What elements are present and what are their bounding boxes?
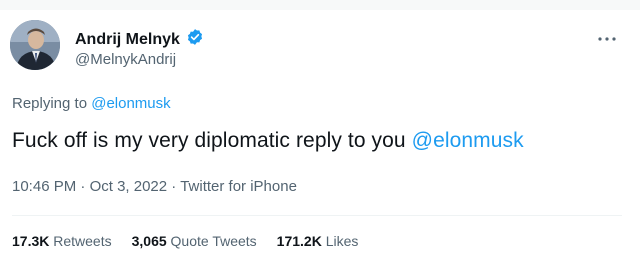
more-options-icon[interactable] xyxy=(597,30,617,41)
author-handle[interactable]: @MelnykAndrij xyxy=(75,51,176,68)
tweet-meta: 10:46 PM · Oct 3, 2022 · Twitter for iPh… xyxy=(12,178,297,195)
divider xyxy=(12,215,622,216)
engagement-stats: 17.3K Retweets 3,065 Quote Tweets 171.2K… xyxy=(12,233,358,249)
quote-tweets-count: 3,065 xyxy=(131,233,167,249)
replying-to: Replying to @elonmusk xyxy=(12,95,171,112)
likes-count: 171.2K xyxy=(276,233,322,249)
verified-badge-icon xyxy=(186,28,204,51)
tweet-source[interactable]: Twitter for iPhone xyxy=(180,178,297,195)
retweets-count: 17.3K xyxy=(12,233,50,249)
replying-to-label: Replying to xyxy=(12,95,92,112)
retweets-label: Retweets xyxy=(49,233,112,249)
avatar-photo-icon xyxy=(10,20,60,70)
author-name[interactable]: Andrij Melnyk xyxy=(75,31,180,49)
tweet-text: Fuck off is my very diplomatic reply to … xyxy=(12,129,524,153)
tweet-date[interactable]: Oct 3, 2022 xyxy=(90,178,168,195)
quote-tweets-label: Quote Tweets xyxy=(166,233,257,249)
likes-label: Likes xyxy=(321,233,359,249)
replying-to-link[interactable]: @elonmusk xyxy=(91,95,170,112)
tweet-mention-link[interactable]: @elonmusk xyxy=(412,129,524,152)
meta-separator: · xyxy=(167,178,181,195)
likes-stat[interactable]: 171.2K Likes xyxy=(277,233,359,249)
tweet-body: Fuck off is my very diplomatic reply to … xyxy=(12,129,412,152)
author-name-row: Andrij Melnyk xyxy=(75,28,204,51)
meta-separator: · xyxy=(76,178,90,195)
tweet-time[interactable]: 10:46 PM xyxy=(12,178,76,195)
avatar[interactable] xyxy=(10,20,60,70)
quote-tweets-stat[interactable]: 3,065 Quote Tweets xyxy=(132,233,257,249)
retweets-stat[interactable]: 17.3K Retweets xyxy=(12,233,112,249)
